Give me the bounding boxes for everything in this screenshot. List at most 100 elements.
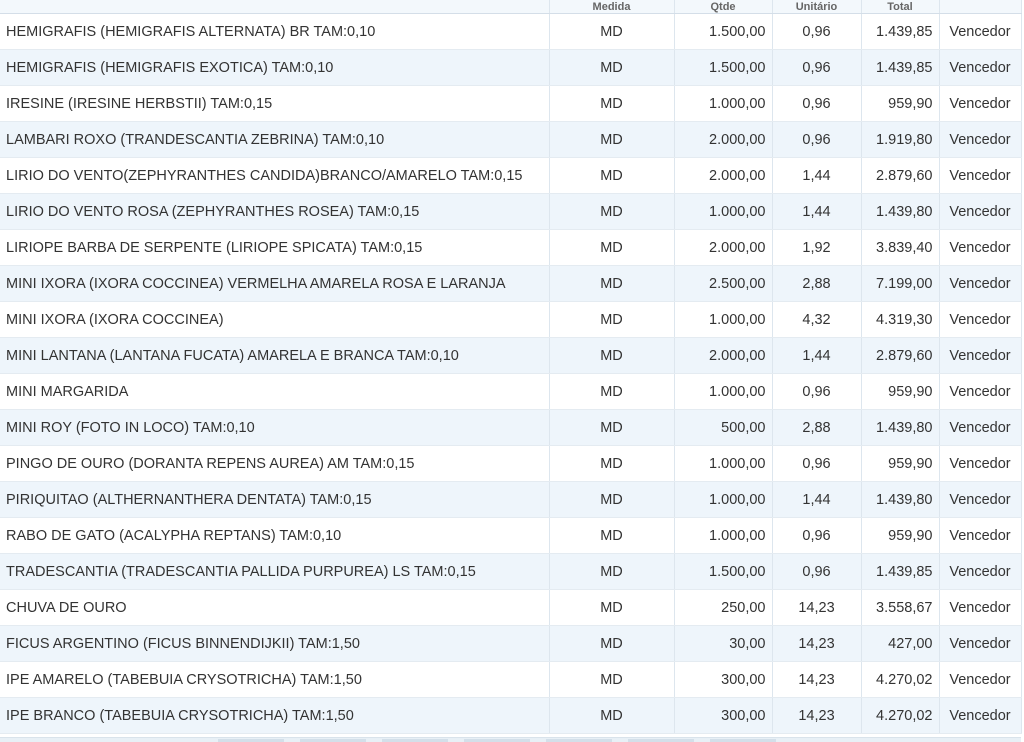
cell-total: 2.879,60 (861, 157, 940, 194)
table-row[interactable]: RABO DE GATO (ACALYPHA REPTANS) TAM:0,10… (0, 517, 1022, 554)
cell-status: Vencedor (939, 445, 1022, 482)
cell-unit-price: 14,23 (772, 661, 862, 698)
table-row[interactable]: FICUS ARGENTINO (FICUS BINNENDIJKII) TAM… (0, 625, 1022, 662)
cell-description: LAMBARI ROXO (TRANDESCANTIA ZEBRINA) TAM… (0, 121, 550, 158)
cell-description: TRADESCANTIA (TRADESCANTIA PALLIDA PURPU… (0, 553, 550, 590)
cell-description: IRESINE (IRESINE HERBSTII) TAM:0,15 (0, 85, 550, 122)
cell-quantity: 1.500,00 (674, 13, 773, 50)
cell-total: 7.199,00 (861, 265, 940, 302)
table-row[interactable]: LIRIO DO VENTO ROSA (ZEPHYRANTHES ROSEA)… (0, 193, 1022, 230)
header-unit[interactable]: Medida (549, 0, 675, 14)
cell-status: Vencedor (939, 229, 1022, 266)
cell-unit: MD (549, 481, 675, 518)
items-table: Medida Qtde Unitário Total HEMIGRAFIS (H… (0, 0, 1022, 734)
cell-unit: MD (549, 265, 675, 302)
header-unit-price[interactable]: Unitário (772, 0, 862, 14)
cell-description: HEMIGRAFIS (HEMIGRAFIS ALTERNATA) BR TAM… (0, 13, 550, 50)
cell-quantity: 30,00 (674, 625, 773, 662)
cell-status: Vencedor (939, 121, 1022, 158)
cell-quantity: 250,00 (674, 589, 773, 626)
cell-status: Vencedor (939, 337, 1022, 374)
table-row[interactable]: MINI MARGARIDA MD 1.000,00 0,96 959,90 Venced… (0, 373, 1022, 410)
table-row[interactable]: PINGO DE OURO (DORANTA REPENS AUREA) AM … (0, 445, 1022, 482)
table-row[interactable]: TRADESCANTIA (TRADESCANTIA PALLIDA PURPU… (0, 553, 1022, 590)
cell-total: 2.879,60 (861, 337, 940, 374)
cell-unit: MD (549, 517, 675, 554)
table-row[interactable]: IRESINE (IRESINE HERBSTII) TAM:0,15 MD 1.0… (0, 85, 1022, 122)
cell-unit-price: 14,23 (772, 625, 862, 662)
cell-unit: MD (549, 661, 675, 698)
cell-unit: MD (549, 409, 675, 446)
cell-quantity: 300,00 (674, 661, 773, 698)
cell-total: 1.439,85 (861, 553, 940, 590)
cell-quantity: 2.500,00 (674, 265, 773, 302)
cell-unit-price: 0,96 (772, 85, 862, 122)
cell-total: 4.270,02 (861, 661, 940, 698)
cell-unit-price: 14,23 (772, 589, 862, 626)
cell-unit-price: 0,96 (772, 13, 862, 50)
cell-description: MINI ROY (FOTO IN LOCO) TAM:0,10 (0, 409, 550, 446)
cell-total: 4.319,30 (861, 301, 940, 338)
cell-total: 959,90 (861, 373, 940, 410)
cell-status: Vencedor (939, 517, 1022, 554)
cell-quantity: 2.000,00 (674, 157, 773, 194)
cell-unit-price: 1,44 (772, 481, 862, 518)
header-status (939, 0, 1022, 14)
table-row[interactable]: IPE AMARELO (TABEBUIA CRYSOTRICHA) TAM:1… (0, 661, 1022, 698)
cell-description: FICUS ARGENTINO (FICUS BINNENDIJKII) TAM… (0, 625, 550, 662)
table-row[interactable]: CHUVA DE OURO MD 250,00 14,23 3.558,67 Venced… (0, 589, 1022, 626)
cell-total: 3.558,67 (861, 589, 940, 626)
cell-total: 1.439,85 (861, 49, 940, 86)
cell-unit-price: 0,96 (772, 517, 862, 554)
cell-unit: MD (549, 301, 675, 338)
cell-description: IPE BRANCO (TABEBUIA CRYSOTRICHA) TAM:1,… (0, 697, 550, 734)
cell-status: Vencedor (939, 661, 1022, 698)
cell-description: CHUVA DE OURO (0, 589, 550, 626)
cell-quantity: 1.000,00 (674, 85, 773, 122)
cell-quantity: 1.000,00 (674, 481, 773, 518)
cell-status: Vencedor (939, 373, 1022, 410)
cell-quantity: 2.000,00 (674, 229, 773, 266)
table-row[interactable]: MINI LANTANA (LANTANA FUCATA) AMARELA E … (0, 337, 1022, 374)
cell-unit: MD (549, 121, 675, 158)
header-quantity[interactable]: Qtde (674, 0, 773, 14)
results-viewport: Medida Qtde Unitário Total HEMIGRAFIS (H… (0, 0, 1024, 742)
cell-quantity: 1.000,00 (674, 193, 773, 230)
cell-total: 959,90 (861, 517, 940, 554)
table-row[interactable]: MINI IXORA (IXORA COCCINEA) MD 1.000,00 4,3… (0, 301, 1022, 338)
cell-status: Vencedor (939, 625, 1022, 662)
table-row[interactable]: LAMBARI ROXO (TRANDESCANTIA ZEBRINA) TAM… (0, 121, 1022, 158)
table-row[interactable]: LIRIO DO VENTO(ZEPHYRANTHES CANDIDA)BRAN… (0, 157, 1022, 194)
cell-description: HEMIGRAFIS (HEMIGRAFIS EXOTICA) TAM:0,10 (0, 49, 550, 86)
cell-total: 1.439,85 (861, 13, 940, 50)
cell-unit-price: 1,44 (772, 337, 862, 374)
table-row[interactable]: HEMIGRAFIS (HEMIGRAFIS EXOTICA) TAM:0,10… (0, 49, 1022, 86)
cell-total: 959,90 (861, 85, 940, 122)
cell-status: Vencedor (939, 13, 1022, 50)
cell-description: LIRIOPE BARBA DE SERPENTE (LIRIOPE SPICA… (0, 229, 550, 266)
cell-status: Vencedor (939, 697, 1022, 734)
table-row[interactable]: MINI ROY (FOTO IN LOCO) TAM:0,10 MD 500,00… (0, 409, 1022, 446)
table-row[interactable]: IPE BRANCO (TABEBUIA CRYSOTRICHA) TAM:1,… (0, 697, 1022, 734)
table-row[interactable]: MINI IXORA (IXORA COCCINEA) VERMELHA AMA… (0, 265, 1022, 302)
cell-description: RABO DE GATO (ACALYPHA REPTANS) TAM:0,10 (0, 517, 550, 554)
cell-status: Vencedor (939, 49, 1022, 86)
table-row[interactable]: PIRIQUITAO (ALTHERNANTHERA DENTATA) TAM:… (0, 481, 1022, 518)
cell-quantity: 500,00 (674, 409, 773, 446)
cell-description: MINI MARGARIDA (0, 373, 550, 410)
cell-unit-price: 1,44 (772, 157, 862, 194)
cell-unit: MD (549, 229, 675, 266)
cell-quantity: 300,00 (674, 697, 773, 734)
table-row[interactable]: HEMIGRAFIS (HEMIGRAFIS ALTERNATA) BR TAM… (0, 13, 1022, 50)
cell-unit: MD (549, 337, 675, 374)
header-total[interactable]: Total (861, 0, 940, 14)
cell-unit: MD (549, 445, 675, 482)
cell-unit-price: 2,88 (772, 265, 862, 302)
table-body: HEMIGRAFIS (HEMIGRAFIS ALTERNATA) BR TAM… (0, 13, 1022, 734)
cell-unit-price: 0,96 (772, 445, 862, 482)
cell-quantity: 2.000,00 (674, 337, 773, 374)
cell-description: PINGO DE OURO (DORANTA REPENS AUREA) AM … (0, 445, 550, 482)
table-row[interactable]: LIRIOPE BARBA DE SERPENTE (LIRIOPE SPICA… (0, 229, 1022, 266)
cell-unit-price: 2,88 (772, 409, 862, 446)
cell-unit: MD (549, 13, 675, 50)
